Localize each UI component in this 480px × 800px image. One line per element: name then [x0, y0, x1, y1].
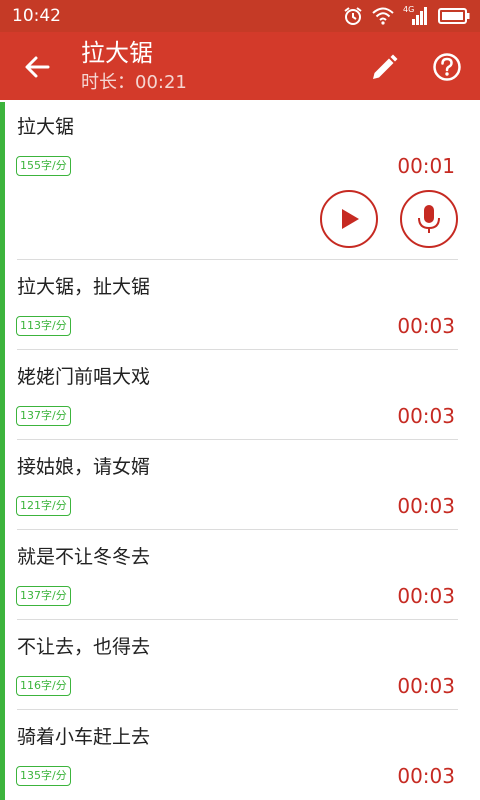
item-text: 拉大锯: [17, 116, 75, 138]
list-item[interactable]: 不让去，也得去 116字/分 00:03: [0, 620, 480, 710]
item-text: 接姑娘，请女婿: [17, 456, 151, 478]
item-indicator: [0, 260, 5, 350]
back-arrow-icon[interactable]: [22, 52, 52, 82]
sentence-list: 拉大锯 155字/分 00:01 拉大锯，扯大锯 113字/分 00:03 姥姥…: [0, 100, 480, 800]
microphone-icon: [418, 205, 440, 233]
play-icon: [342, 209, 359, 229]
speed-badge: 135字/分: [16, 766, 71, 786]
item-duration: 00:03: [397, 584, 455, 608]
item-indicator: [0, 440, 5, 530]
item-indicator: [0, 530, 5, 620]
page-subtitle: 时长：00:21: [81, 72, 187, 93]
item-duration: 00:03: [397, 764, 455, 788]
item-text: 就是不让冬冬去: [17, 546, 151, 568]
item-duration: 00:03: [397, 314, 455, 338]
app-bar: 拉大锯 时长：00:21: [0, 32, 480, 100]
speed-badge: 113字/分: [16, 316, 71, 336]
help-icon[interactable]: [432, 52, 462, 82]
speed-badge: 121字/分: [16, 496, 71, 516]
status-icons: 4G: [343, 5, 470, 26]
item-indicator: [0, 710, 5, 800]
record-button[interactable]: [400, 190, 458, 248]
speed-badge: 137字/分: [16, 586, 71, 606]
item-indicator: [0, 620, 5, 710]
speed-badge: 155字/分: [16, 156, 71, 176]
edit-pencil-icon[interactable]: [369, 53, 399, 83]
item-duration: 00:01: [397, 154, 455, 178]
list-item[interactable]: 就是不让冬冬去 137字/分 00:03: [0, 530, 480, 620]
item-text: 不让去，也得去: [17, 636, 151, 658]
speed-badge: 116字/分: [16, 676, 71, 696]
list-item[interactable]: 拉大锯 155字/分 00:01: [0, 100, 480, 260]
item-text: 骑着小车赶上去: [17, 726, 151, 748]
play-button[interactable]: [320, 190, 378, 248]
item-text: 拉大锯，扯大锯: [17, 276, 151, 298]
alarm-icon: [344, 7, 362, 25]
item-duration: 00:03: [397, 674, 455, 698]
status-time: 10:42: [12, 6, 61, 26]
list-item[interactable]: 拉大锯，扯大锯 113字/分 00:03: [0, 260, 480, 350]
list-item[interactable]: 接姑娘，请女婿 121字/分 00:03: [0, 440, 480, 530]
status-bar: 10:42 4G: [0, 0, 480, 32]
list-item[interactable]: 骑着小车赶上去 135字/分 00:03: [0, 710, 480, 800]
item-indicator: [0, 102, 5, 260]
item-text: 姥姥门前唱大戏: [17, 366, 151, 388]
signal-icon: 4G: [403, 5, 429, 25]
page-title: 拉大锯: [81, 39, 153, 67]
speed-badge: 137字/分: [16, 406, 71, 426]
item-duration: 00:03: [397, 494, 455, 518]
item-duration: 00:03: [397, 404, 455, 428]
list-item[interactable]: 姥姥门前唱大戏 137字/分 00:03: [0, 350, 480, 440]
item-indicator: [0, 350, 5, 440]
wifi-icon: [372, 7, 394, 25]
battery-icon: [438, 8, 470, 24]
